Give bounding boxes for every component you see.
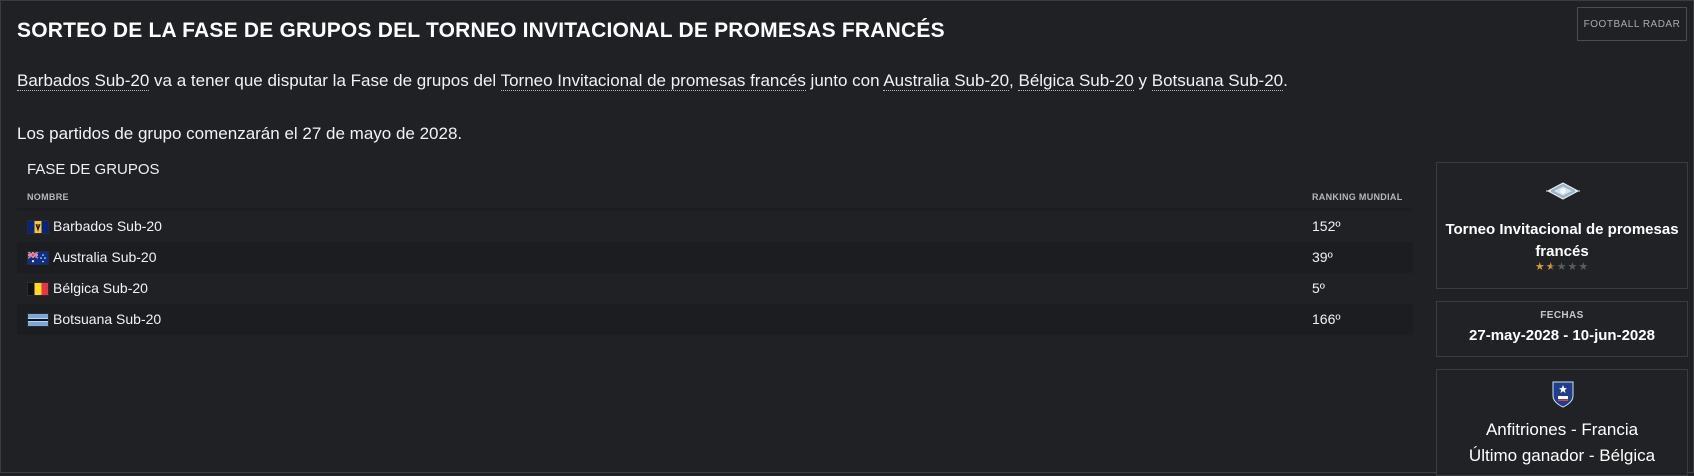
intro-sep-2: y [1133, 71, 1152, 90]
star-empty-icon: ★ [1578, 261, 1590, 273]
team-name[interactable]: Australia Sub-20 [53, 249, 157, 265]
team-name[interactable]: Botsuana Sub-20 [53, 311, 161, 327]
dates-value: 27-may-2028 - 10-jun-2028 [1469, 327, 1655, 344]
team-ranking: 39º [1312, 249, 1333, 265]
intro-text-1: va a tener que disputar la [149, 71, 351, 90]
intro-end: . [1283, 71, 1288, 90]
table-row[interactable]: Barbados Sub-20 152º [17, 211, 1413, 242]
team-link[interactable]: Barbados Sub-20 [17, 71, 150, 91]
phase-text: Fase de grupos [350, 71, 469, 90]
column-header-name[interactable]: NOMBRE [27, 192, 69, 202]
team-ranking: 5º [1312, 280, 1325, 296]
dates-label: FECHAS [1540, 310, 1584, 321]
competition-name[interactable]: Torneo Invitacional de promesas francés [1437, 219, 1687, 263]
rival-link-australia[interactable]: Australia Sub-20 [883, 71, 1010, 91]
competition-link[interactable]: Torneo Invitacional de promesas francés [500, 71, 806, 91]
table-row[interactable]: Bélgica Sub-20 5º [17, 273, 1413, 304]
rival-link-botsuana[interactable]: Botsuana Sub-20 [1151, 71, 1284, 91]
last-winner: Último ganador - Bélgica [1468, 446, 1656, 465]
team-ranking: 152º [1312, 218, 1341, 234]
team-name[interactable]: Bélgica Sub-20 [53, 280, 148, 296]
rival-link-belgica[interactable]: Bélgica Sub-20 [1018, 71, 1134, 91]
star-half-icon: ★ [1545, 261, 1557, 273]
botswana-flag-icon [27, 313, 49, 327]
australia-flag-icon [27, 251, 49, 265]
hosts-panel: Anfitriones - Francia Último ganador - B… [1436, 369, 1688, 476]
start-date-text: Los partidos de grupo comenzarán el 27 d… [17, 124, 463, 143]
competition-panel[interactable]: Torneo Invitacional de promesas francés … [1436, 162, 1688, 289]
dates-panel: FECHAS 27-may-2028 - 10-jun-2028 [1436, 301, 1688, 357]
page-title: SORTEO DE LA FASE DE GRUPOS DEL TORNEO I… [17, 19, 945, 42]
star-empty-icon: ★ [1567, 261, 1579, 273]
team-ranking: 166º [1312, 311, 1341, 327]
reputation-stars: ★★★★★ [1437, 260, 1687, 273]
star-empty-icon: ★ [1556, 261, 1568, 273]
team-name[interactable]: Barbados Sub-20 [53, 218, 162, 234]
fff-crest-icon [1551, 379, 1575, 409]
intro-text-3: junto con [805, 71, 884, 90]
column-header-ranking[interactable]: RANKING MUNDIAL [1312, 192, 1403, 202]
football-radar-button[interactable]: FOOTBALL RADAR [1577, 7, 1687, 41]
barbados-flag-icon [27, 220, 49, 234]
group-stage-title: FASE DE GRUPOS [27, 161, 160, 178]
intro-paragraph: Barbados Sub-20 va a tener que disputar … [17, 71, 1288, 91]
host-country: Anfitriones - Francia [1485, 420, 1639, 439]
belgium-flag-icon [27, 282, 49, 296]
table-row[interactable]: Botsuana Sub-20 166º [17, 304, 1413, 335]
tournament-crest-icon [1544, 177, 1582, 205]
table-row[interactable]: Australia Sub-20 39º [17, 242, 1413, 273]
intro-text-2: del [468, 71, 501, 90]
star-full-icon: ★ [1534, 261, 1546, 273]
